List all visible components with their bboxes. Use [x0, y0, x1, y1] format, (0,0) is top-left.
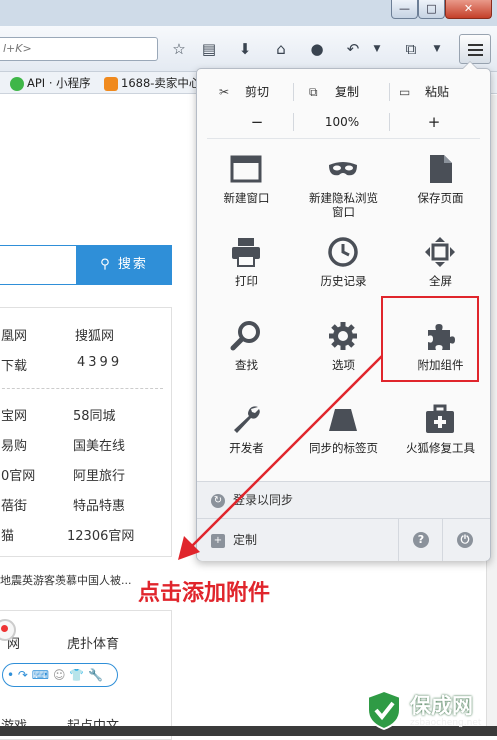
watermark-url: zsbaocheng.net	[410, 718, 482, 728]
watermark-logo: 保成网 zsbaocheng.net	[366, 688, 494, 734]
shield-logo-icon	[367, 690, 401, 730]
watermark-title: 保成网	[410, 694, 473, 718]
annotation-arrow	[178, 355, 383, 560]
annotation-callout: 点击添加附件	[138, 581, 271, 606]
